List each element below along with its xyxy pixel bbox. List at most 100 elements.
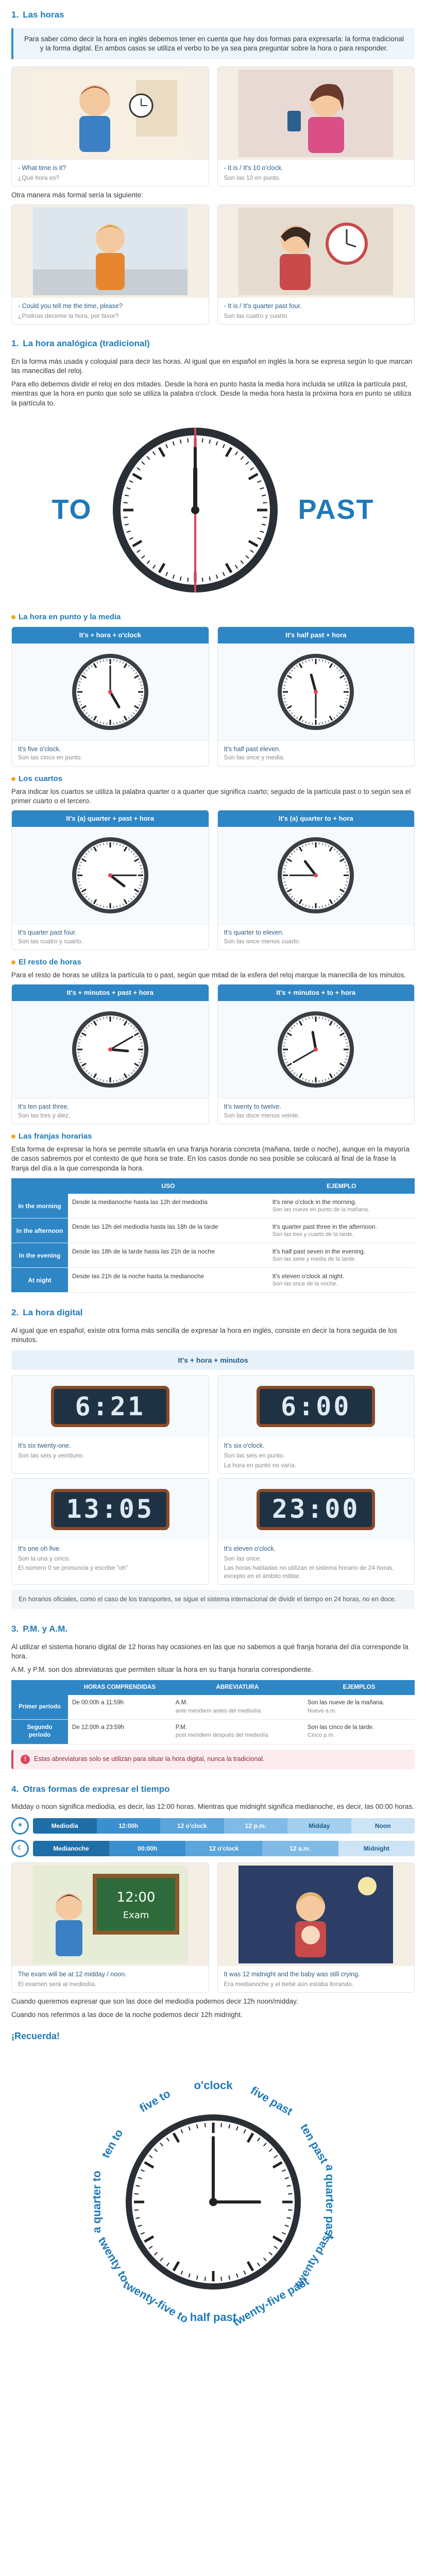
caption-es: Son la una y cinco. <box>18 1554 71 1562</box>
subheading: El resto de horas <box>11 957 415 968</box>
labeled-clock-icon: o'clock five pastten pasta quarter past tw… <box>90 2079 336 2329</box>
illustration-card: 12:00 Exam The exam will be at 12 midday… <box>11 1862 209 1993</box>
caption-es: Son las doce menos veinte. <box>224 1111 300 1119</box>
clock-center <box>314 873 318 877</box>
example-en: It's eleven o'clock at night. <box>272 1273 345 1280</box>
row-label: In the evening <box>11 1243 68 1268</box>
timeline-value: Midday <box>287 1818 351 1834</box>
clock-icon <box>278 837 354 913</box>
caption-en: It's six o'clock. <box>224 1442 265 1450</box>
formula-bar: It's (a) quarter + past + hora <box>12 810 209 827</box>
digital-clock-row-2: 13:05 It's one oh five. Son la una y cinc… <box>11 1478 415 1585</box>
table-header: HORAS COMPRENDIDAS <box>68 1680 172 1696</box>
timeline-bar: Medianoche 00:00h 12 o'clock 12 a.m. Mid… <box>33 1840 415 1856</box>
abbr: A.M. <box>175 1700 188 1706</box>
paragraph: Al utilizar el sistema horario digital d… <box>11 1642 408 1660</box>
board-word: Exam <box>123 1910 149 1921</box>
timeline-value: 00:00h <box>109 1840 186 1856</box>
formula-bar: It's (a) quarter to + hora <box>217 810 414 827</box>
clock-center <box>108 689 112 694</box>
row-label: In the afternoon <box>11 1218 68 1244</box>
section-heading: 1. La hora analógica (tradicional) <box>0 329 426 354</box>
timeline-value: 12 o'clock <box>160 1818 224 1834</box>
card-caption: - It is / It's 10 o'clock. Son las 10 en… <box>218 160 415 186</box>
digital-card: 23:00 It's eleven o'clock. Son las once. L… <box>217 1478 415 1585</box>
paragraph: Para ello debemos dividir el reloj en do… <box>11 380 412 407</box>
section-heading: 2. La hora digital <box>0 1298 426 1323</box>
caption-es: Son las once y media. <box>224 754 285 761</box>
illustration-card: - Could you tell me the time, please? ¿P… <box>11 204 209 325</box>
clock-tick <box>287 2209 292 2211</box>
caption-es: Son las cuatro y cuarto. <box>18 937 83 945</box>
example-cell: It's nine o'clock in the morning. Son las… <box>268 1194 415 1219</box>
caption-note: El número 0 se pronuncia y escribe "oh" <box>18 1564 128 1571</box>
formula-bar: It's + minutos + past + hora <box>12 985 209 1001</box>
section-number: 4. <box>11 1784 19 1794</box>
clock-center <box>108 873 112 877</box>
clock-center <box>314 1047 318 1052</box>
midnight-timeline: ☾ Medianoche 00:00h 12 o'clock 12 a.m. M… <box>11 1839 415 1857</box>
caption-es: Son las once. <box>224 1554 262 1562</box>
example-es: Son las tres y cuarto de la tarde. <box>272 1231 354 1238</box>
example-cell: Son las cinco de la tarde. Cinco p.m. <box>303 1719 415 1744</box>
caption-es: Era medianoche y el bebé aún estaba llor… <box>224 1980 354 1988</box>
period-cell: De 00:00h a 11:59h <box>68 1695 172 1720</box>
clock-card: It's (a) quarter to + hora It's quarter … <box>217 810 415 950</box>
section-title: Las horas <box>23 10 64 20</box>
warning-text: Estas abreviaturas solo se utilizan para… <box>34 1755 265 1763</box>
clock-icon <box>72 1011 148 1088</box>
section-title: La hora analógica (tradicional) <box>23 338 150 348</box>
clock-phrase-label: ten past <box>298 2122 331 2166</box>
big-clock-icon <box>112 427 278 592</box>
example-short: Nueve a.m. <box>308 1707 337 1714</box>
caption-en: It's ten past three. <box>18 1103 69 1110</box>
subheading: Los cuartos <box>11 774 415 784</box>
formula-bar: It's + minutos + to + hora <box>217 985 414 1001</box>
other-forms-cards: 12:00 Exam The exam will be at 12 midday… <box>11 1862 415 1993</box>
illustration-card: - It is / It's 10 o'clock. Son las 10 en… <box>217 66 415 187</box>
board-time: 12:00 <box>116 1890 155 1905</box>
clock-tick <box>134 2209 139 2211</box>
section-title: La hora digital <box>23 1308 83 1318</box>
ampm-table: HORAS COMPRENDIDAS ABREVIATURA EJEMPLOS … <box>11 1680 415 1744</box>
section-number: 1. <box>11 10 19 20</box>
section-title: P.M. y A.M. <box>23 1624 68 1634</box>
classroom-illustration: 12:00 Exam <box>12 1862 209 1966</box>
row-label: Primer período <box>11 1695 68 1720</box>
clock-card: It's + hora + o'clock It's five o'clock.… <box>11 626 209 767</box>
clock-tick <box>262 502 267 503</box>
caption-note: Las horas habladas no utilizan el sistem… <box>224 1564 394 1580</box>
paragraph: Esta forma de expresar la hora se permit… <box>11 1145 410 1172</box>
example-en: It's half past seven in the evening. <box>272 1248 366 1256</box>
caption-es: Son las cuatro y cuarto. <box>224 312 289 319</box>
example-es: Son las once de la noche. <box>272 1281 338 1287</box>
subheading-text: La hora en punto y la media <box>19 612 121 621</box>
midday-timeline: ☀ Mediodía 12:00h 12 o'clock 12 p.m. Mid… <box>11 1817 415 1835</box>
caption-en: The exam will be at 12 midday / noon. <box>18 1970 127 1978</box>
table-header: EJEMPLOS <box>303 1680 415 1696</box>
table-row: Primer período De 00:00h a 11:59h A.M. an… <box>11 1695 415 1720</box>
section-heading: 1. Las horas <box>0 0 426 25</box>
subheading-text: El resto de horas <box>19 957 81 967</box>
table-header: ABREVIATURA <box>171 1680 303 1696</box>
caption-en: - Could you tell me the time, please? <box>18 302 123 310</box>
example-en: It's nine o'clock in the morning. <box>272 1198 357 1206</box>
card-caption: - It is / It's quarter past four. Son la… <box>218 298 415 324</box>
subheading-text: Los cuartos <box>19 774 63 783</box>
paragraph: Para indicar los cuartos se utiliza la p… <box>11 787 411 805</box>
table-row: In the morning Desde la medianoche hasta… <box>11 1194 415 1219</box>
section-number: 1. <box>11 338 19 348</box>
example-short: Cinco p.m. <box>308 1732 335 1739</box>
table-header: EJEMPLO <box>268 1178 415 1194</box>
clock-pair: It's (a) quarter + past + hora It's quar… <box>11 810 415 950</box>
clock-icon <box>72 653 148 730</box>
clock-icon <box>72 837 148 913</box>
clock-phrase-label: a quarter past <box>323 2165 336 2240</box>
table-row: In the afternoon Desde las 12h del medio… <box>11 1218 415 1244</box>
table-row: Segundo período De 12:00h a 23:59h P.M. p… <box>11 1719 415 1744</box>
abbr: P.M. <box>175 1724 187 1731</box>
use-cell: Desde las 21h de la noche hasta la media… <box>68 1267 268 1293</box>
timeline-value: 12 o'clock <box>185 1840 262 1856</box>
to-past-diagram: TO PAST <box>11 417 415 603</box>
hour-hand <box>109 1048 129 1053</box>
